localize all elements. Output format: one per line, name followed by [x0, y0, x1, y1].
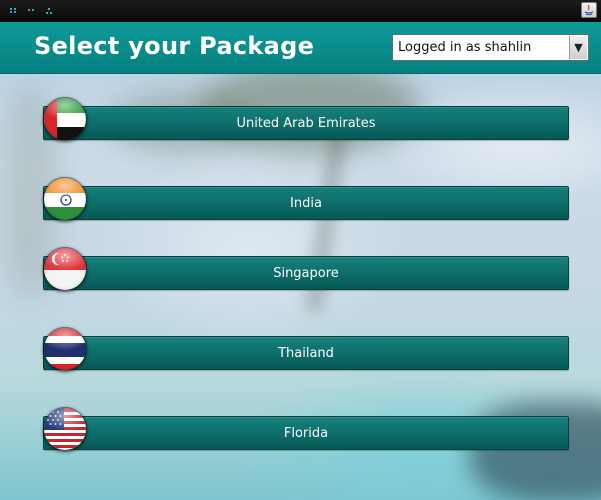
india-flag-icon: [43, 177, 87, 221]
package-label: India: [290, 196, 322, 211]
titlebar-grip-dot: [10, 8, 12, 10]
package-button-singapore[interactable]: Singapore: [43, 256, 569, 290]
main-panel: Select your Package Logged in as shahlin…: [0, 22, 601, 500]
page-title: Select your Package: [34, 32, 315, 60]
java-app-icon[interactable]: [581, 2, 597, 18]
titlebar-grip-dot: [32, 9, 34, 11]
titlebar-grip-dot: [14, 11, 16, 13]
titlebar-grip-dot: [50, 12, 52, 14]
package-button-florida[interactable]: Florida: [43, 416, 569, 450]
package-label: Singapore: [273, 266, 339, 281]
package-button-uae[interactable]: United Arab Emirates: [43, 106, 569, 140]
usa-flag-icon: [43, 407, 87, 451]
package-label: United Arab Emirates: [236, 116, 376, 131]
thailand-flag-icon: [43, 327, 87, 371]
titlebar-grip-dot: [10, 11, 12, 13]
chevron-down-icon[interactable]: ▼: [569, 36, 587, 59]
user-account-select[interactable]: Logged in as shahlin ▼: [392, 34, 589, 61]
titlebar-grip-dot: [14, 8, 16, 10]
titlebar-grip-dot: [28, 9, 30, 11]
titlebar-grip-dot: [48, 8, 50, 10]
header-bar: Select your Package Logged in as shahlin…: [0, 22, 601, 74]
singapore-flag-icon: [43, 247, 87, 291]
package-label: Florida: [283, 426, 329, 441]
package-button-thailand[interactable]: Thailand: [43, 336, 569, 370]
uae-flag-icon: [43, 97, 87, 141]
titlebar-grip-dot: [46, 12, 48, 14]
user-select-value: Logged in as shahlin: [398, 40, 532, 55]
package-label: Thailand: [278, 346, 334, 361]
package-button-india[interactable]: India: [43, 186, 569, 220]
window-titlebar: [0, 0, 601, 22]
